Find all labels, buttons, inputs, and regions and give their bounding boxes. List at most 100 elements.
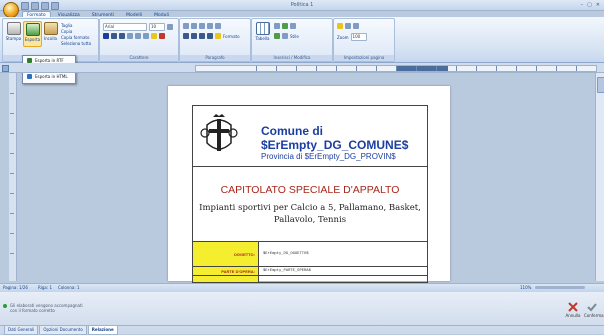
confirm-icon	[587, 303, 597, 312]
copia-formato-button[interactable]: Copia formato	[61, 35, 89, 40]
conferma-label: Conferma	[584, 313, 604, 318]
coat-of-arms-icon	[200, 114, 238, 151]
rtf-icon	[27, 57, 32, 63]
table-row: OGGETTO: $ErEmpty_DG_OGGETTO$	[193, 242, 427, 267]
provincia-text: Provincia di $ErEmpty_DG_PROVIN$	[261, 152, 396, 161]
scrollbar-thumb[interactable]	[597, 77, 604, 93]
font-color-icon[interactable]	[159, 33, 165, 39]
document-page[interactable]: Comune di $ErEmpty_DG_COMUNE$ Provincia …	[168, 86, 450, 283]
cancel-icon	[568, 302, 578, 312]
formato-button[interactable]: Formato	[223, 34, 240, 39]
numbering-icon[interactable]	[191, 23, 197, 29]
title-bar: Politica 1 – ▢ ✕	[0, 0, 604, 18]
underline-icon[interactable]	[119, 33, 125, 39]
bold-icon[interactable]	[103, 33, 109, 39]
comune-line1: Comune di	[261, 124, 323, 138]
find-icon[interactable]	[274, 33, 280, 39]
annulla-label: Annulla	[565, 313, 581, 318]
seleziona-tutto-button[interactable]: Seleziona tutto	[61, 41, 91, 46]
bullets-icon[interactable]	[183, 23, 189, 29]
table-icon	[255, 22, 270, 35]
subtitle-line1: Impianti sportivi per Calcio a 5, Pallam…	[199, 203, 421, 213]
vertical-scrollbar[interactable]	[595, 73, 604, 281]
status-zoom: 110%	[520, 285, 532, 290]
font-name-select[interactable]: Arial	[103, 23, 147, 31]
line-spacing-icon[interactable]	[215, 23, 221, 29]
export-icon	[25, 23, 40, 36]
table-row: PARTE D'OPERA: $ErEmpty_PARTE_OPERA$	[193, 267, 427, 276]
close-button[interactable]: ✕	[596, 2, 600, 8]
insert-image-icon[interactable]	[274, 23, 280, 29]
grow-font-icon[interactable]	[167, 24, 173, 30]
table-row-value[interactable]: $ErEmpty_DG_OGGETTO$	[263, 242, 309, 266]
comune-line2: $ErEmpty_DG_COMUNE$	[261, 138, 409, 152]
group-label-inserisci: Inserisci / Modifica	[252, 55, 332, 61]
stile-button[interactable]: Stile	[290, 34, 299, 39]
group-impostazioni: Zoom 100 Impostazioni pagina	[333, 18, 395, 62]
table-row-label: OGGETTO:	[193, 242, 259, 266]
incolla-button[interactable]: Incolla	[42, 21, 59, 45]
align-right-icon[interactable]	[199, 33, 205, 39]
info-table: OGGETTO: $ErEmpty_DG_OGGETTO$ PARTE D'OP…	[193, 241, 427, 283]
stampa-label: Stampa	[5, 36, 22, 41]
group-paragrafo: Formato Paragrafo	[179, 18, 251, 62]
symbol-icon[interactable]	[290, 23, 296, 29]
esporta-label: Esporta	[24, 37, 41, 42]
zoom-slider[interactable]	[535, 286, 585, 289]
menu-item-export-html[interactable]: Esporta in HTML	[23, 72, 75, 80]
highlight-icon[interactable]	[151, 33, 157, 39]
strikethrough-icon[interactable]	[127, 33, 133, 39]
ruler-margin	[396, 66, 448, 71]
page-orientation-icon[interactable]	[337, 23, 343, 29]
document-title: CAPITOLATO SPECIALE D'APPALTO	[220, 184, 400, 196]
decrease-indent-icon[interactable]	[199, 23, 205, 29]
comune-name: Comune di $ErEmpty_DG_COMUNE$	[261, 124, 408, 152]
paste-icon	[43, 22, 58, 35]
maximize-button[interactable]: ▢	[587, 2, 592, 8]
shading-icon[interactable]	[215, 33, 221, 39]
group-label-impostazioni: Impostazioni pagina	[334, 55, 394, 61]
italic-icon[interactable]	[111, 33, 117, 39]
horizontal-ruler[interactable]	[0, 63, 604, 73]
annulla-button[interactable]: Annulla	[565, 302, 581, 318]
zoom-label: Zoom	[337, 34, 349, 40]
subscript-icon[interactable]	[135, 33, 141, 39]
font-size-select[interactable]: 10	[149, 23, 165, 31]
align-left-icon[interactable]	[183, 33, 189, 39]
group-label-carattere: Carattere	[100, 55, 178, 61]
minimize-button[interactable]: –	[581, 2, 584, 8]
justify-icon[interactable]	[207, 33, 213, 39]
tab-stop-icon[interactable]	[2, 65, 9, 72]
table-row	[193, 276, 427, 283]
conferma-button[interactable]: Conferma	[584, 302, 604, 318]
menu-item-label: Esporta in HTML	[35, 73, 68, 79]
document-subtitle: Impianti sportivi per Calcio a 5, Pallam…	[193, 202, 427, 226]
info-icon	[3, 304, 7, 308]
copia-button[interactable]: Copia	[61, 29, 72, 34]
cover-frame: Comune di $ErEmpty_DG_COMUNE$ Provincia …	[192, 105, 428, 283]
superscript-icon[interactable]	[143, 33, 149, 39]
tabella-button[interactable]: Tabella	[254, 21, 271, 45]
cover-header: Comune di $ErEmpty_DG_COMUNE$ Provincia …	[193, 106, 427, 167]
page-size-icon[interactable]	[353, 23, 359, 29]
window-title: Politica 1	[290, 2, 314, 8]
margins-icon[interactable]	[345, 23, 351, 29]
taglia-button[interactable]: Taglia	[61, 23, 72, 28]
esporta-button[interactable]: Esporta	[23, 21, 42, 47]
html-icon	[27, 73, 32, 79]
group-label-paragrafo: Paragrafo	[180, 55, 250, 61]
ribbon: Stampa Esporta Incolla Taglia Copia Copi…	[0, 17, 604, 63]
align-center-icon[interactable]	[191, 33, 197, 39]
stampa-button[interactable]: Stampa	[5, 21, 22, 45]
ruler-scale	[195, 65, 597, 72]
insert-field-icon[interactable]	[282, 23, 288, 29]
replace-icon[interactable]	[282, 33, 288, 39]
vertical-ruler[interactable]	[9, 73, 17, 281]
status-riga: Riga: 1	[38, 285, 53, 290]
tabella-label: Tabella	[255, 36, 270, 41]
incolla-label: Incolla	[43, 36, 58, 41]
increase-indent-icon[interactable]	[207, 23, 213, 29]
table-row-value[interactable]: $ErEmpty_PARTE_OPERA$	[263, 267, 311, 275]
zoom-select[interactable]: 100	[350, 33, 367, 41]
table-row-label-empty	[193, 276, 259, 282]
